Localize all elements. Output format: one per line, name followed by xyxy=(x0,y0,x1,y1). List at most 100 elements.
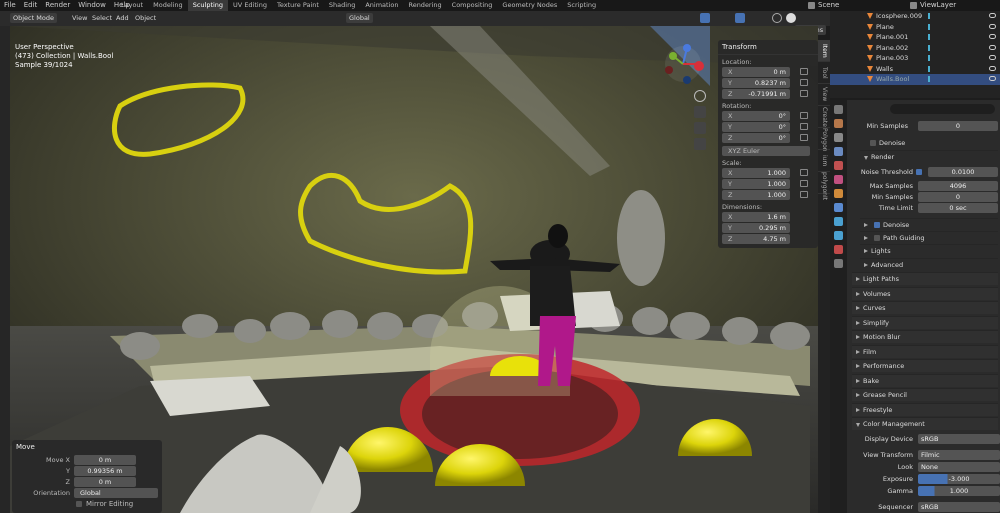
min-samples-field[interactable]: 0 xyxy=(918,121,998,131)
denoise-checkbox[interactable] xyxy=(870,140,876,146)
overlay-toggle-icon[interactable] xyxy=(735,13,745,23)
dimensions-y-field[interactable]: Y 0.295 m xyxy=(722,223,790,233)
rotation-mode-dropdown[interactable]: XYZ Euler xyxy=(722,146,810,156)
sidebar-tab-item[interactable]: Item xyxy=(818,40,830,62)
scale-z-field[interactable]: Z 1.000 xyxy=(722,190,808,200)
tab-layout[interactable]: Layout xyxy=(116,0,148,11)
operator-row-field[interactable]: 0 m xyxy=(74,477,136,487)
output-tab-icon[interactable] xyxy=(834,133,843,142)
modifier-tab-icon[interactable] xyxy=(834,203,843,212)
lights-subpanel[interactable]: Lights xyxy=(860,244,998,257)
sidebar-tab-ium[interactable]: ium xyxy=(818,150,830,172)
sidebar-tab-polygonit[interactable]: polygonIt xyxy=(818,172,830,200)
viewlayer-selector[interactable]: ViewLayer xyxy=(910,0,956,11)
orientation-dropdown[interactable]: Global xyxy=(346,13,373,23)
particles-tab-icon[interactable] xyxy=(834,217,843,226)
properties-search-input[interactable] xyxy=(890,104,995,114)
color-management-panel[interactable]: Color Management xyxy=(852,417,998,430)
denoise2-checkbox[interactable] xyxy=(874,222,880,228)
outliner-item[interactable]: Plane.003 xyxy=(830,53,1000,64)
visibility-eye-icon[interactable] xyxy=(989,44,996,50)
scene-tab-icon[interactable] xyxy=(834,161,843,170)
visibility-eye-icon[interactable] xyxy=(989,13,996,18)
sequencer-dropdown[interactable]: sRGB xyxy=(918,502,1000,512)
tab-animation[interactable]: Animation xyxy=(360,0,403,11)
location-y-field[interactable]: Y 0.8237 m xyxy=(722,78,808,88)
visibility-eye-icon[interactable] xyxy=(989,23,996,29)
pan-hand-icon[interactable] xyxy=(694,106,706,118)
look-dropdown[interactable]: None xyxy=(918,462,1000,472)
panel-bake[interactable]: Bake xyxy=(852,374,998,387)
visibility-eye-icon[interactable] xyxy=(989,65,996,71)
view-transform-dropdown[interactable]: Filmic xyxy=(918,450,1000,460)
dimensions-x-field[interactable]: X 1.6 m xyxy=(722,212,790,222)
rotation-z-field[interactable]: Z 0° xyxy=(722,133,808,143)
outliner-item[interactable]: Plane xyxy=(830,22,1000,33)
lock-icon[interactable] xyxy=(800,90,808,97)
lock-icon[interactable] xyxy=(800,191,808,198)
panel-film[interactable]: Film xyxy=(852,345,998,358)
advanced-subpanel[interactable]: Advanced xyxy=(860,258,998,271)
render-subpanel[interactable]: Render xyxy=(860,150,998,163)
sidebar-tab-polygon[interactable]: Polygon xyxy=(818,128,830,152)
gizmo-toggle-icon[interactable] xyxy=(700,13,710,23)
denoise-subpanel[interactable]: Denoise xyxy=(852,137,1000,150)
exposure-slider[interactable]: -3.000 xyxy=(918,474,1000,484)
panel-light-paths[interactable]: Light Paths xyxy=(852,272,998,285)
lock-icon[interactable] xyxy=(800,68,808,75)
noise-threshold-field[interactable]: 0.0100 xyxy=(928,167,998,177)
sidebar-tab-tool[interactable]: Tool xyxy=(818,62,830,84)
object-tab-icon[interactable] xyxy=(834,189,843,198)
menu-item-window[interactable]: Window xyxy=(74,0,110,11)
time-limit-field[interactable]: 0 sec xyxy=(918,203,998,213)
select-menu[interactable]: Select xyxy=(92,13,112,23)
zoom-icon[interactable] xyxy=(694,90,706,102)
tab-scripting[interactable]: Scripting xyxy=(562,0,601,11)
lock-icon[interactable] xyxy=(800,112,808,119)
sidebar-tab-view[interactable]: View xyxy=(818,84,830,106)
panel-motion-blur[interactable]: Motion Blur xyxy=(852,330,998,343)
tab-uv-editing[interactable]: UV Editing xyxy=(228,0,272,11)
lock-icon[interactable] xyxy=(800,180,808,187)
display-device-dropdown[interactable]: sRGB xyxy=(918,434,1000,444)
operator-row-field[interactable]: 0 m xyxy=(74,455,136,465)
outliner-item[interactable]: Plane.002 xyxy=(830,43,1000,54)
mode-dropdown[interactable]: Object Mode xyxy=(10,13,57,23)
shading-rendered-icon[interactable] xyxy=(786,13,796,23)
scale-x-field[interactable]: X 1.000 xyxy=(722,168,808,178)
scale-y-field[interactable]: Y 1.000 xyxy=(722,179,808,189)
panel-grease-pencil[interactable]: Grease Pencil xyxy=(852,388,998,401)
panel-performance[interactable]: Performance xyxy=(852,359,998,372)
panel-volumes[interactable]: Volumes xyxy=(852,287,998,300)
panel-curves[interactable]: Curves xyxy=(852,301,998,314)
visibility-eye-icon[interactable] xyxy=(989,34,996,39)
panel-simplify[interactable]: Simplify xyxy=(852,316,998,329)
outliner-item[interactable]: Walls.Bool xyxy=(830,74,1000,85)
render-tab-icon[interactable] xyxy=(834,119,843,128)
location-x-field[interactable]: X 0 m xyxy=(722,67,808,77)
tool-tab-icon[interactable] xyxy=(834,105,843,114)
tab-sculpting[interactable]: Sculpting xyxy=(187,0,229,11)
outliner-item[interactable]: Walls xyxy=(830,64,1000,75)
texture-tab-icon[interactable] xyxy=(834,259,843,268)
camera-view-icon[interactable] xyxy=(694,122,706,134)
menu-item-file[interactable]: File xyxy=(0,0,20,11)
world-tab-icon[interactable] xyxy=(834,175,843,184)
tab-modeling[interactable]: Modeling xyxy=(148,0,188,11)
material-tab-icon[interactable] xyxy=(834,245,843,254)
lock-icon[interactable] xyxy=(800,123,808,130)
view-layer-tab-icon[interactable] xyxy=(834,147,843,156)
outliner-item[interactable]: Icosphere.009 xyxy=(830,11,1000,22)
panel-freestyle[interactable]: Freestyle xyxy=(852,403,998,416)
visibility-eye-icon[interactable] xyxy=(989,76,996,81)
location-z-field[interactable]: Z -0.71991 m xyxy=(722,89,808,99)
lock-icon[interactable] xyxy=(800,134,808,141)
menu-item-render[interactable]: Render xyxy=(41,0,74,11)
object-menu[interactable]: Object xyxy=(135,13,156,23)
visibility-eye-icon[interactable] xyxy=(989,55,996,60)
tab-texture-paint[interactable]: Texture Paint xyxy=(272,0,324,11)
grid-view-icon[interactable] xyxy=(694,138,706,150)
outliner-item[interactable]: Plane.001 xyxy=(830,32,1000,43)
gamma-slider[interactable]: 1.000 xyxy=(918,486,1000,496)
orientation-dropdown[interactable]: Global xyxy=(74,488,158,498)
